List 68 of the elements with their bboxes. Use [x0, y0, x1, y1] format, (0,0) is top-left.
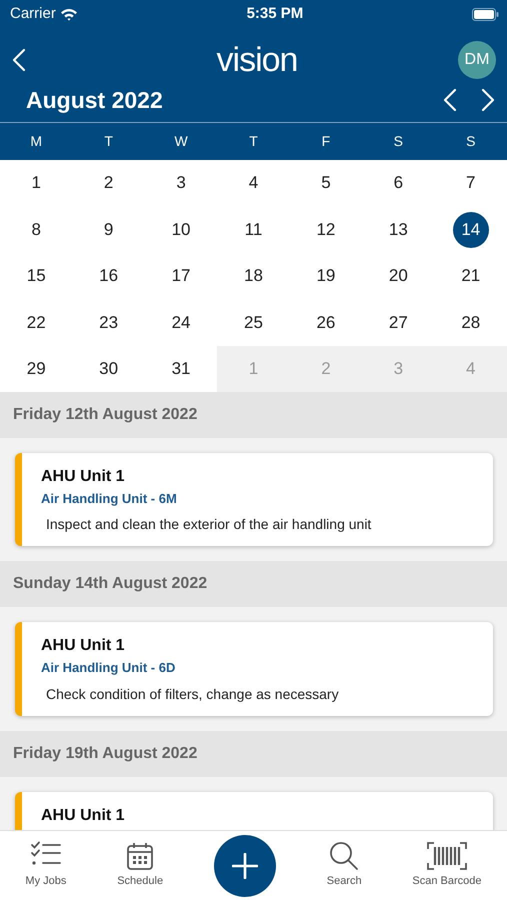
calendar-day[interactable]: 20	[380, 258, 416, 294]
weekday-label: S	[392, 132, 404, 151]
tab-button[interactable]: Schedule	[117, 841, 164, 890]
calendar-day[interactable]: 15	[18, 258, 54, 294]
calendar-day[interactable]: 18	[235, 258, 272, 294]
calendar-day[interactable]: 31	[163, 350, 200, 387]
calendar-day[interactable]: 3	[163, 165, 200, 202]
app-logo: vision	[216, 43, 298, 77]
date-header: Friday 12th August 2022	[0, 392, 507, 438]
calendar-day[interactable]: 23	[90, 304, 127, 340]
back-button[interactable]	[12, 48, 26, 72]
job-card[interactable]: AHU Unit 1	[15, 792, 493, 830]
calendar-day[interactable]: 10	[163, 212, 200, 248]
calendar-day[interactable]: 6	[380, 165, 416, 202]
calendar-day[interactable]: 30	[90, 350, 127, 387]
weekday-label: W	[173, 132, 189, 151]
calendar-day[interactable]: 11	[235, 212, 272, 248]
weekday-label: T	[103, 132, 114, 151]
status-time: 5:35 PM	[246, 4, 304, 24]
battery-icon	[472, 8, 499, 20]
job-card[interactable]: AHU Unit 1 Air Handling Unit - 6D Check condition of filters, change as necessary	[15, 622, 493, 716]
calendar-day[interactable]: 24	[163, 304, 200, 340]
job-subtitle: Air Handling Unit - 6D	[41, 659, 176, 678]
barcode-icon	[426, 841, 467, 871]
plus-icon	[232, 853, 258, 879]
calendar-day[interactable]: 21	[452, 258, 489, 294]
calendar-day[interactable]: 29	[18, 350, 54, 387]
calendar-day[interactable]: 16	[90, 258, 127, 294]
tab-button[interactable]: Scan Barcode	[412, 841, 482, 890]
calendar-day[interactable]: 9	[90, 212, 127, 248]
calendar-day[interactable]: 22	[18, 304, 54, 340]
calendar-day[interactable]: 19	[308, 258, 344, 294]
search-icon	[328, 841, 360, 871]
calendar-day[interactable]: 17	[163, 258, 200, 294]
previous-month-button[interactable]	[443, 88, 457, 112]
calendar-day[interactable]: 12	[308, 212, 344, 248]
calendar-icon	[126, 841, 154, 871]
calendar-day[interactable]: 26	[308, 304, 344, 340]
date-header: Friday 19th August 2022	[0, 730, 507, 777]
date-header: Sunday 14th August 2022	[0, 561, 507, 608]
next-month-button[interactable]	[481, 88, 495, 112]
job-description: Inspect and clean the exterior of the air handling unit	[45, 515, 372, 534]
carrier-label: Carrier	[10, 4, 56, 24]
job-title: AHU Unit 1	[41, 466, 126, 487]
calendar-day[interactable]: 13	[380, 212, 416, 248]
calendar-day[interactable]: 7	[452, 165, 489, 202]
calendar-day[interactable]: 1	[18, 165, 54, 202]
job-title: AHU Unit 1	[41, 806, 126, 826]
job-title: AHU Unit 1	[41, 636, 126, 656]
job-subtitle: Air Handling Unit - 6M	[41, 490, 178, 508]
calendar-day[interactable]: 25	[235, 304, 272, 340]
month-title: August 2022	[26, 86, 163, 115]
weekday-label: F	[320, 132, 332, 151]
calendar-day[interactable]: 8	[18, 212, 54, 248]
weekday-label: T	[248, 132, 259, 151]
weekday-label: M	[29, 132, 44, 151]
job-card[interactable]: AHU Unit 1 Air Handling Unit - 6M Inspect and clean the exterior of the air handling unit	[15, 452, 493, 546]
tab-button[interactable]: My Jobs	[25, 841, 66, 890]
calendar-day[interactable]: 4	[235, 165, 272, 202]
calendar-day[interactable]: 5	[308, 165, 344, 202]
calendar-day[interactable]: 28	[452, 304, 489, 340]
wifi-icon	[60, 8, 78, 20]
calendar-day[interactable]: 27	[380, 304, 416, 340]
calendar-day[interactable]: 2	[90, 165, 127, 202]
calendar-day[interactable]: 14	[452, 212, 489, 248]
tab-button[interactable]: Search	[326, 841, 362, 890]
weekday-label: S	[465, 132, 476, 151]
job-description: Check condition of filters, change as necessary	[45, 684, 340, 704]
